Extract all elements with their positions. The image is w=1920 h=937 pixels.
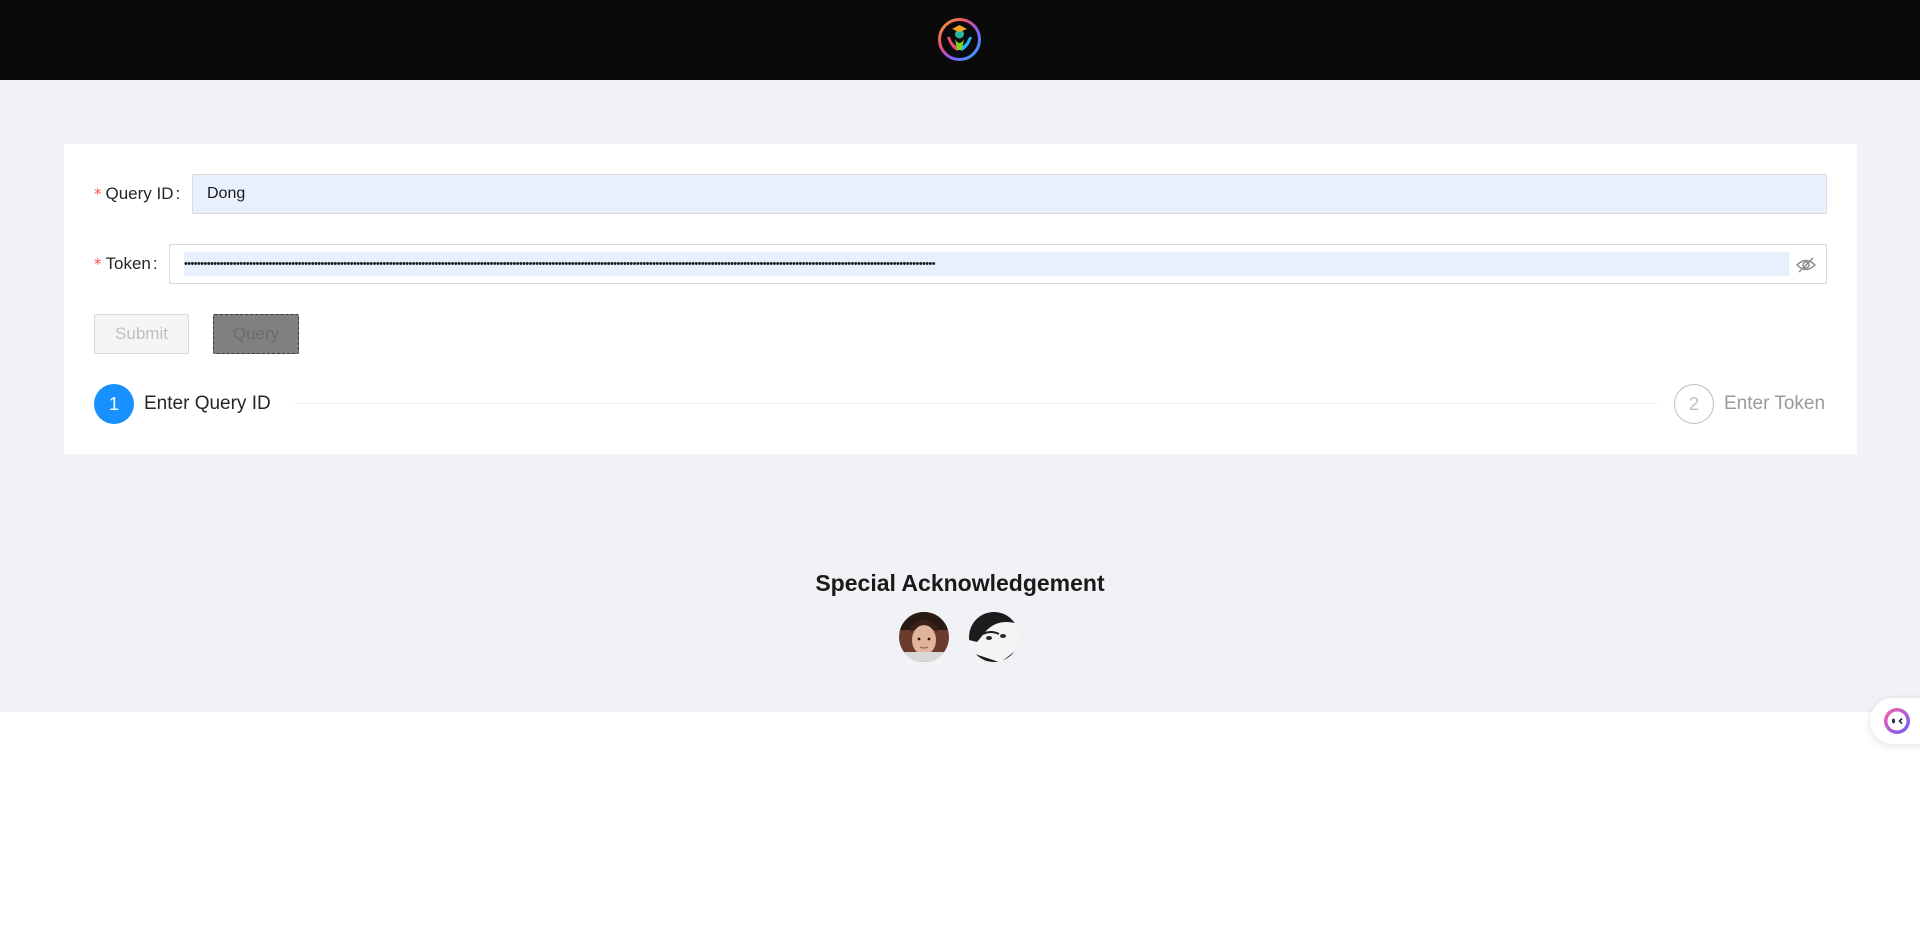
acknowledgement-title: Special Acknowledgement [815,570,1105,596]
query-id-label: * Query ID : [94,174,188,214]
main-content: * Query ID : Dong * Token : ••••••••••••… [0,80,1920,712]
top-header [0,0,1920,80]
query-id-value: Dong [207,185,246,202]
eye-off-icon[interactable] [1796,256,1816,274]
floating-assistant-button[interactable] [1870,698,1920,744]
step-1-number: 1 [94,384,134,424]
token-label: * Token : [94,244,166,284]
step-1-title: Enter Query ID [144,393,271,414]
query-form-card: * Query ID : Dong * Token : ••••••••••••… [64,144,1857,454]
step-2-title: Enter Token [1724,393,1826,414]
query-button[interactable]: Query [213,314,299,354]
token-label-text: Token [105,254,151,273]
step-connector-line [294,403,1657,404]
avatar-photo[interactable] [899,612,949,662]
logo-icon[interactable] [937,17,982,62]
step-2-number: 2 [1674,384,1714,424]
query-id-input[interactable]: Dong [192,174,1827,214]
token-masked-value: ••••••••••••••••••••••••••••••••••••••••… [184,252,1789,276]
submit-button[interactable]: Submit [94,314,189,354]
steps-indicator: 1 Enter Query ID 2 Enter Token [94,384,1827,424]
assistant-robot-icon [1884,708,1910,734]
required-mark: * [94,255,102,273]
avatar-anime[interactable] [969,612,1019,662]
label-colon: : [152,254,158,273]
token-password-input[interactable]: ••••••••••••••••••••••••••••••••••••••••… [169,244,1827,284]
required-mark: * [94,185,102,203]
query-id-label-text: Query ID [105,184,174,203]
label-colon: : [175,184,181,203]
